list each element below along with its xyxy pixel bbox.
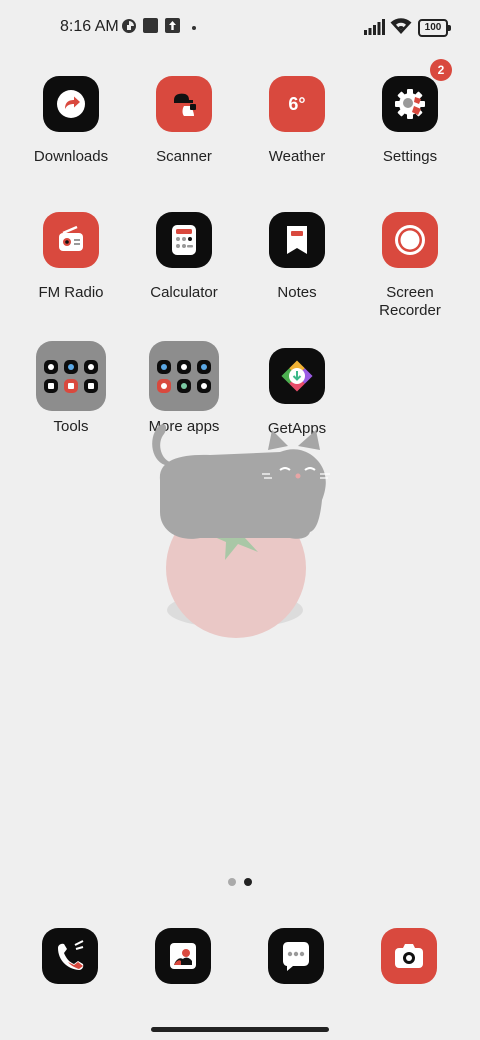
app-fm-radio[interactable]: FM Radio xyxy=(15,212,127,302)
app-label-line: Recorder xyxy=(379,302,441,319)
app-screen-recorder[interactable]: Screen Recorder xyxy=(354,212,466,320)
square-notification-icon xyxy=(143,18,158,33)
notification-badge: 2 xyxy=(430,59,452,81)
mini-app-icon xyxy=(64,359,78,374)
gesture-navigation-handle[interactable] xyxy=(151,1027,329,1032)
scanner-icon xyxy=(156,76,212,132)
app-label: Settings xyxy=(382,148,438,165)
mini-app-icon xyxy=(157,378,171,393)
app-label: FM Radio xyxy=(38,284,104,301)
mini-app-icon xyxy=(44,359,58,374)
mini-app-icon xyxy=(197,378,211,393)
app-settings[interactable]: Settings xyxy=(354,76,466,166)
status-bar: 8:16 AM 100 xyxy=(0,0,480,56)
app-weather[interactable]: 6° Weather xyxy=(241,76,353,166)
downloads-icon xyxy=(43,76,99,132)
app-label: Downloads xyxy=(33,148,109,165)
folder-icon xyxy=(36,341,106,411)
app-label: Weather xyxy=(268,148,326,165)
battery-icon: 100 xyxy=(418,19,451,37)
dock-phone[interactable] xyxy=(42,928,98,984)
more-notifications-dot xyxy=(192,26,196,30)
wifi-icon xyxy=(390,18,412,34)
messages-icon xyxy=(283,942,309,971)
mini-app-icon xyxy=(177,359,191,374)
upload-notification-icon xyxy=(165,18,180,33)
dock-messages[interactable] xyxy=(268,928,324,984)
calculator-icon xyxy=(156,212,212,268)
app-label: Calculator xyxy=(150,284,218,301)
phone-icon xyxy=(58,940,84,970)
clock: 8:16 AM xyxy=(60,18,119,35)
folder-tools[interactable]: Tools xyxy=(15,341,127,436)
data-saver-icon xyxy=(122,19,136,33)
gallery-icon xyxy=(170,943,196,969)
app-label: Screen Recorder xyxy=(354,284,466,320)
app-downloads[interactable]: Downloads xyxy=(15,76,127,166)
mini-app-icon xyxy=(84,378,98,393)
dock-camera[interactable] xyxy=(381,928,437,984)
app-label: Notes xyxy=(277,284,317,301)
weather-icon: 6° xyxy=(269,76,325,132)
mini-app-icon xyxy=(177,378,191,393)
folder-icon xyxy=(149,341,219,411)
app-scanner[interactable]: Scanner xyxy=(128,76,240,166)
signal-icon xyxy=(364,19,385,35)
app-label: Scanner xyxy=(156,148,212,165)
page-indicator-dot[interactable] xyxy=(228,878,236,886)
notes-icon xyxy=(269,212,325,268)
camera-icon xyxy=(395,944,423,968)
cat-tomato-wallpaper xyxy=(152,424,330,638)
app-notes[interactable]: Notes xyxy=(241,212,353,302)
mini-app-icon xyxy=(84,359,98,374)
app-calculator[interactable]: Calculator xyxy=(128,212,240,302)
settings-icon xyxy=(382,76,438,132)
screen-recorder-icon xyxy=(382,212,438,268)
mini-app-icon xyxy=(157,359,171,374)
mini-app-icon xyxy=(64,378,78,393)
app-label: Tools xyxy=(53,418,89,435)
dock-gallery[interactable] xyxy=(155,928,211,984)
weather-temperature: 6° xyxy=(288,93,306,114)
app-label-line: Screen xyxy=(386,284,434,301)
page-indicator-dot-active[interactable] xyxy=(244,878,252,886)
mini-app-icon xyxy=(44,378,58,393)
getapps-icon xyxy=(269,348,325,404)
mini-app-icon xyxy=(197,359,211,374)
radio-icon xyxy=(43,212,99,268)
